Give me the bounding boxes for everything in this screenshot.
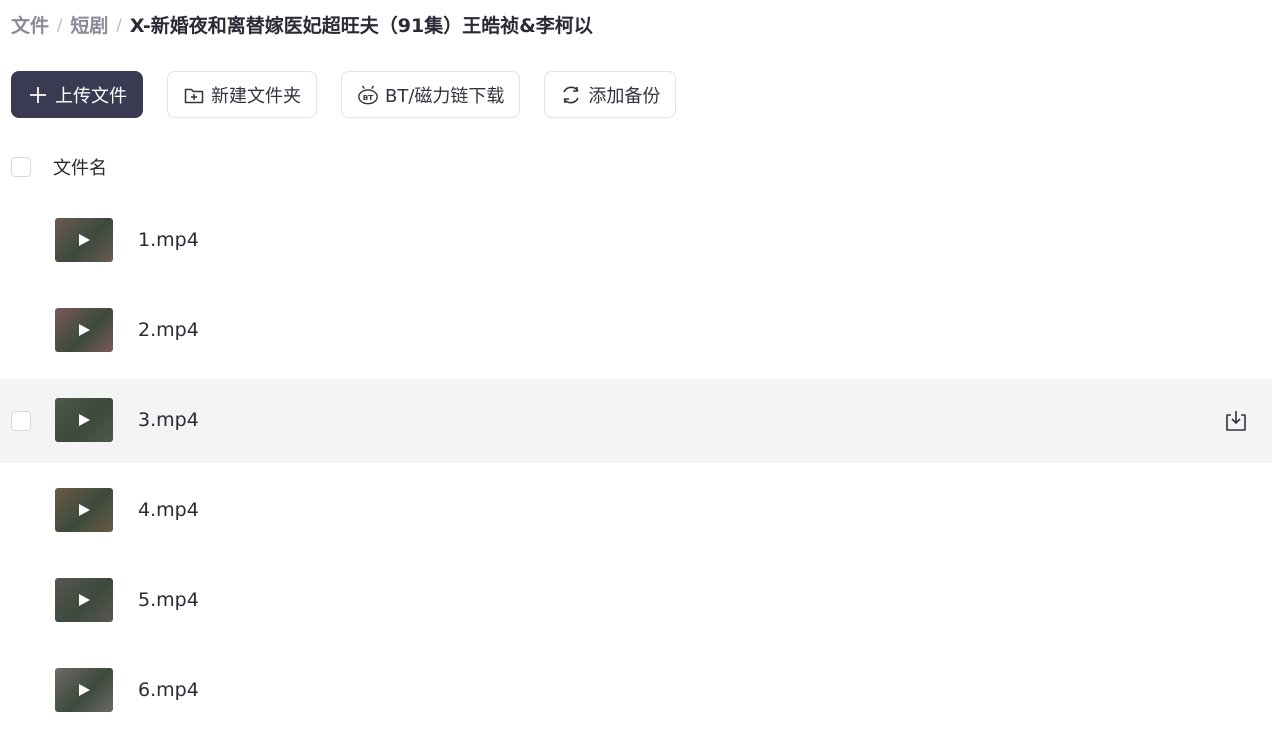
bt-icon: BT [357, 84, 379, 106]
download-icon [1226, 411, 1246, 431]
video-thumbnail [55, 308, 113, 352]
play-icon [79, 414, 90, 426]
video-thumbnail [55, 488, 113, 532]
file-list: 1.mp4 2.mp4 3.mp4 4.mp4 5.mp4 6.mp4 [0, 199, 1272, 739]
file-name[interactable]: 1.mp4 [138, 229, 199, 251]
new-folder-button[interactable]: 新建文件夹 [167, 71, 317, 118]
breadcrumb-separator: / [57, 14, 63, 34]
download-button[interactable] [1223, 408, 1249, 434]
sync-icon [560, 84, 582, 106]
new-folder-label: 新建文件夹 [211, 85, 301, 107]
svg-text:BT: BT [363, 93, 374, 102]
plus-icon [27, 84, 49, 106]
file-name[interactable]: 3.mp4 [138, 409, 199, 431]
toolbar: 上传文件 新建文件夹 BT BT/磁力链下载 添加备份 [11, 71, 700, 118]
file-row[interactable]: 6.mp4 [0, 649, 1272, 733]
upload-file-label: 上传文件 [55, 85, 127, 107]
video-thumbnail [55, 668, 113, 712]
video-thumbnail [55, 398, 113, 442]
breadcrumb-item-short-drama[interactable]: 短剧 [70, 11, 108, 38]
folder-plus-icon [183, 84, 205, 106]
file-row[interactable]: 4.mp4 [0, 469, 1272, 553]
play-icon [79, 234, 90, 246]
file-row-checkbox[interactable] [11, 411, 31, 431]
breadcrumb-item-files[interactable]: 文件 [11, 11, 49, 38]
file-name[interactable]: 2.mp4 [138, 319, 199, 341]
file-row[interactable]: 1.mp4 [0, 199, 1272, 283]
file-row[interactable]: 3.mp4 [0, 379, 1272, 463]
select-all-checkbox[interactable] [11, 157, 31, 177]
play-icon [79, 324, 90, 336]
file-row[interactable]: 5.mp4 [0, 559, 1272, 643]
video-thumbnail [55, 218, 113, 262]
breadcrumb-separator: / [116, 14, 122, 34]
bt-magnet-download-label: BT/磁力链下载 [385, 85, 505, 107]
add-backup-label: 添加备份 [588, 85, 661, 107]
file-name[interactable]: 5.mp4 [138, 589, 199, 611]
file-name[interactable]: 4.mp4 [138, 499, 199, 521]
file-list-header: 文件名 [0, 148, 1272, 186]
bt-magnet-download-button[interactable]: BT BT/磁力链下载 [341, 71, 521, 118]
video-thumbnail [55, 578, 113, 622]
play-icon [79, 684, 90, 696]
file-row[interactable]: 2.mp4 [0, 289, 1272, 373]
add-backup-button[interactable]: 添加备份 [544, 71, 677, 118]
breadcrumb-current-folder: X-新婚夜和离替嫁医妃超旺夫（91集）王皓祯&李柯以 [129, 14, 593, 37]
file-name[interactable]: 6.mp4 [138, 679, 199, 701]
play-icon [79, 504, 90, 516]
column-header-filename[interactable]: 文件名 [53, 154, 107, 180]
upload-file-button[interactable]: 上传文件 [11, 71, 143, 118]
breadcrumb: 文件 / 短剧 / X-新婚夜和离替嫁医妃超旺夫（91集）王皓祯&李柯以 [11, 10, 593, 38]
play-icon [79, 594, 90, 606]
